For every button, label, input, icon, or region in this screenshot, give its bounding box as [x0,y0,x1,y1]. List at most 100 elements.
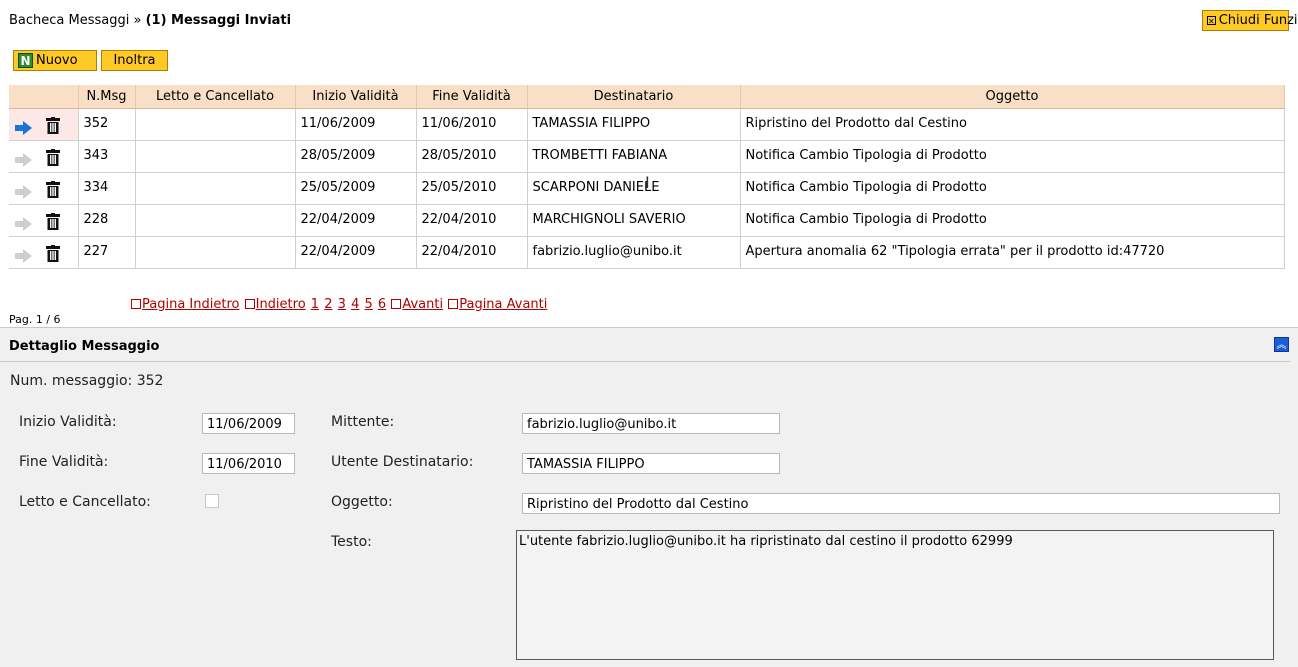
page-link-3[interactable]: 3 [338,297,346,312]
new-button-label: Nuovo [36,53,78,68]
testo-label: Testo: [331,534,372,550]
page-number-links: 1 2 3 4 5 6 [311,297,392,312]
col-header-destinatario[interactable]: Destinatario [527,85,741,109]
row-actions [9,108,79,141]
first-page-label: Pagina Indietro [142,297,240,312]
cell-letto [135,108,296,141]
fine-label: Fine Validità: [19,454,109,470]
fine-field[interactable]: 11/06/2010 [202,453,295,474]
detail-header: Dettaglio Messaggio ︽ [0,328,1290,362]
col-header-inizio[interactable]: Inizio Validità [295,85,417,109]
cell-fine: 22/04/2010 [416,236,528,269]
table-row[interactable]: 343 28/05/2009 28/05/2010 TROMBETTI FABIANA… [9,140,1285,173]
pagination: Pagina Indietro Indietro 1 2 3 4 5 6 Ava… [131,297,548,312]
page-link-1[interactable]: 1 [311,297,319,312]
double-chevron-up-icon[interactable]: ︽ [1274,337,1289,352]
breadcrumb-parent[interactable]: Bacheca Messaggi [9,13,129,28]
cell-oggetto: Notifica Cambio Tipologia di Prodotto [740,204,1285,237]
last-page-label: Pagina Avanti [459,297,548,312]
cell-inizio: 28/05/2009 [295,140,417,173]
first-page-link[interactable]: Pagina Indietro [131,297,239,312]
page-indicator: Pag. 1 / 6 [9,313,61,326]
message-detail-panel: Dettaglio Messaggio ︽ Num. messaggio: 35… [0,327,1298,667]
select-arrow-icon[interactable] [15,184,43,199]
table-row[interactable]: 228 22/04/2009 22/04/2010 MARCHIGNOLI SAVER… [9,204,1285,237]
cell-destinatario: MARCHIGNOLI SAVERIO [527,204,741,237]
trash-icon[interactable] [46,181,60,202]
select-arrow-icon[interactable] [15,248,43,263]
col-header-num[interactable]: N.Msg [78,85,136,109]
cell-inizio: 11/06/2009 [295,108,417,141]
oggetto-label: Oggetto: [331,494,393,510]
message-number: Num. messaggio: 352 [10,373,164,389]
utente-destinatario-field[interactable]: TAMASSIA FILIPPO [522,453,780,474]
breadcrumb-separator: » [129,13,146,28]
cell-fine: 28/05/2010 [416,140,528,173]
select-arrow-icon[interactable] [15,216,43,231]
mittente-field[interactable]: fabrizio.luglio@unibo.it [522,413,780,434]
last-page-icon [448,299,459,309]
mittente-label: Mittente: [331,414,395,430]
close-function-button[interactable]: ✕ Chiudi Funzione [1202,10,1298,31]
cell-oggetto: Notifica Cambio Tipologia di Prodotto [740,172,1285,205]
prev-page-icon [244,299,255,309]
cell-fine: 25/05/2010 [416,172,528,205]
page-link-5[interactable]: 5 [364,297,372,312]
cell-letto [135,236,296,269]
page-link-4[interactable]: 4 [351,297,359,312]
cell-num: 227 [78,236,136,269]
cell-inizio: 22/04/2009 [295,204,417,237]
detail-title: Dettaglio Messaggio [9,339,160,354]
breadcrumb: Bacheca Messaggi » (1) Messaggi Inviati [9,13,291,28]
col-header-fine[interactable]: Fine Validità [416,85,528,109]
select-arrow-icon[interactable] [15,152,43,167]
cell-oggetto: Ripristino del Prodotto dal Cestino [740,108,1285,141]
table-row[interactable]: 227 22/04/2009 22/04/2010 fabrizio.luglio@u… [9,236,1285,269]
cell-fine: 22/04/2010 [416,204,528,237]
cell-oggetto: Apertura anomalia 62 "Tipologia errata" … [740,236,1285,269]
letto-checkbox[interactable] [205,494,219,508]
last-page-link[interactable]: Pagina Avanti [448,297,547,312]
trash-icon[interactable] [46,149,60,170]
cell-letto [135,140,296,173]
col-header-oggetto[interactable]: Oggetto [740,85,1285,109]
breadcrumb-current: (1) Messaggi Inviati [145,13,292,28]
page-link-2[interactable]: 2 [324,297,332,312]
cell-inizio: 25/05/2009 [295,172,417,205]
cell-destinatario: fabrizio.luglio@unibo.it [527,236,741,269]
testo-textarea[interactable]: L'utente fabrizio.luglio@unibo.it ha rip… [516,530,1274,660]
new-button[interactable]: N Nuovo [13,50,97,71]
next-page-link[interactable]: Avanti [391,297,443,312]
close-icon: ✕ [1207,16,1216,26]
prev-page-link[interactable]: Indietro [244,297,306,312]
cell-letto [135,204,296,237]
table-row[interactable]: 352 11/06/2009 11/06/2010 TAMASSIA FILIPPO R… [9,108,1285,141]
trash-icon[interactable] [46,117,60,138]
row-actions [9,204,79,237]
cell-fine: 11/06/2010 [416,108,528,141]
trash-icon[interactable] [46,245,60,266]
inizio-label: Inizio Validità: [19,414,117,430]
row-actions [9,236,79,269]
close-function-label: Chiudi Funzione [1218,13,1298,28]
col-header-actions [9,85,79,109]
table-header-row: N.Msg Letto e Cancellato Inizio Validità… [9,85,1285,109]
next-page-icon [391,299,402,309]
text-cursor-icon: I [645,173,650,192]
forward-button[interactable]: Inoltra [101,50,168,71]
select-arrow-icon[interactable] [15,120,43,135]
oggetto-field[interactable]: Ripristino del Prodotto dal Cestino [522,493,1280,514]
col-header-letto[interactable]: Letto e Cancellato [135,85,296,109]
trash-icon[interactable] [46,213,60,234]
cell-destinatario: TROMBETTI FABIANA [527,140,741,173]
utente-destinatario-label: Utente Destinatario: [331,454,474,470]
letto-label: Letto e Cancellato: [19,494,151,510]
inizio-field[interactable]: 11/06/2009 [202,413,295,434]
cell-inizio: 22/04/2009 [295,236,417,269]
row-actions [9,172,79,205]
cell-destinatario: SCARPONI DANIELE [527,172,741,205]
next-page-label: Avanti [402,297,444,312]
cell-num: 334 [78,172,136,205]
page-link-6[interactable]: 6 [378,297,386,312]
cell-letto [135,172,296,205]
